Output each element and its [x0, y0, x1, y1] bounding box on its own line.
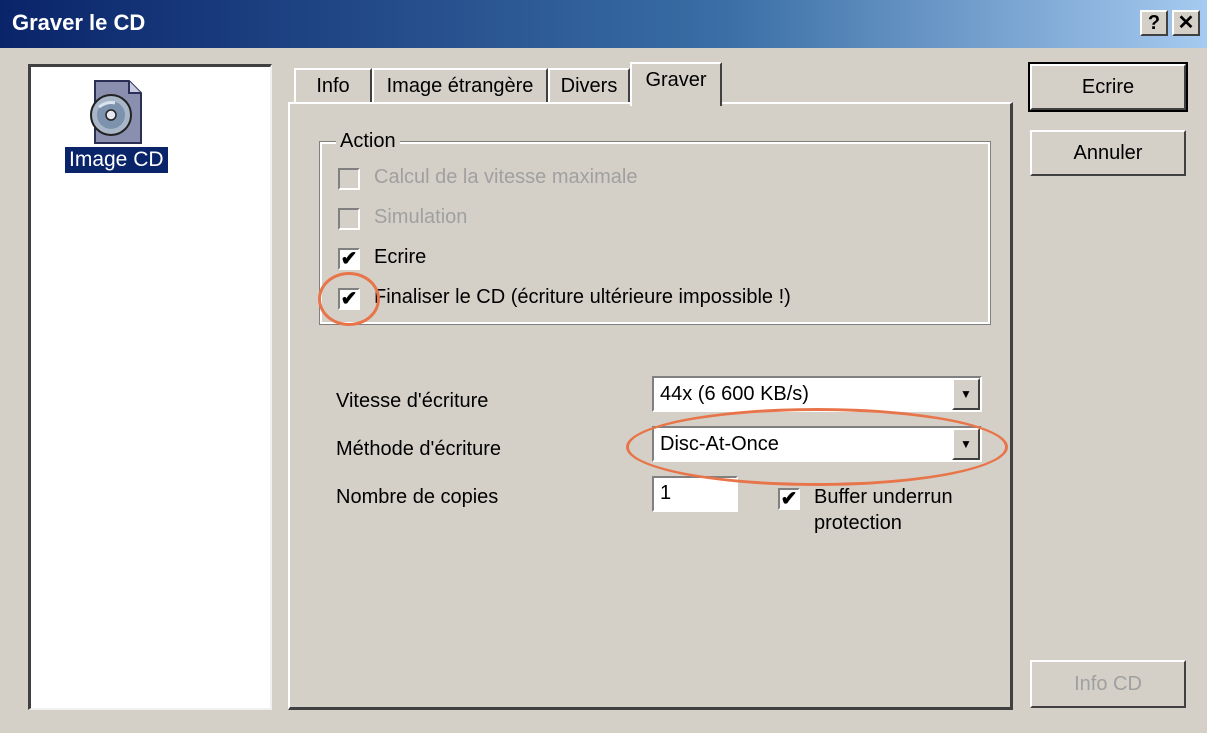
copies-input[interactable]: 1 [652, 476, 738, 512]
title-bar[interactable]: Graver le CD ? ✕ [0, 0, 1207, 48]
tab-graver[interactable]: Graver [630, 62, 722, 106]
simulation-label: Simulation [374, 206, 468, 228]
buffer-underrun-option[interactable]: ✔ Buffer underrun protection [778, 486, 978, 546]
tab-info[interactable]: Info [294, 68, 372, 104]
graver-tab-panel: Action Calcul de la vitesse maximale Sim… [288, 102, 1013, 710]
method-highlight-ellipse [626, 408, 1008, 486]
image-cd-label[interactable]: Image CD [65, 147, 168, 173]
speed-combobox[interactable]: 44x (6 600 KB/s) ▼ [652, 376, 982, 412]
help-button[interactable]: ? [1140, 10, 1168, 36]
simulation-checkbox [338, 208, 360, 230]
copies-label: Nombre de copies [336, 486, 499, 508]
close-button[interactable]: ✕ [1172, 10, 1200, 36]
burn-cd-dialog: Graver le CD ? ✕ Image CD Info Image étr… [0, 0, 1207, 733]
finalize-highlight-circle [318, 272, 380, 326]
tab-image-etrangere[interactable]: Image étrangère [372, 68, 548, 104]
info-cd-button: Info CD [1030, 660, 1186, 708]
speed-value: 44x (6 600 KB/s) [660, 383, 809, 405]
action-group-label: Action [336, 130, 400, 153]
speed-dropdown-icon[interactable]: ▼ [952, 378, 980, 410]
buffer-underrun-checkbox[interactable]: ✔ [778, 488, 800, 510]
buffer-underrun-label-line1[interactable]: Buffer underrun [814, 486, 953, 509]
max-speed-checkbox [338, 168, 360, 190]
cd-image-icon[interactable] [81, 77, 151, 147]
write-button[interactable]: Ecrire [1028, 62, 1188, 112]
action-groupbox: Action Calcul de la vitesse maximale Sim… [319, 130, 991, 325]
finalize-label[interactable]: Finaliser le CD (écriture ultérieure imp… [374, 286, 791, 309]
speed-label: Vitesse d'écriture [336, 390, 489, 412]
window-title: Graver le CD [12, 10, 146, 35]
buffer-underrun-label-line2[interactable]: protection [814, 512, 902, 535]
write-checkbox[interactable]: ✔ [338, 248, 360, 270]
method-label: Méthode d'écriture [336, 438, 502, 460]
source-list-pane[interactable]: Image CD [28, 64, 272, 710]
write-label[interactable]: Ecrire [374, 246, 426, 269]
cancel-button[interactable]: Annuler [1030, 130, 1186, 176]
tab-divers[interactable]: Divers [548, 68, 630, 104]
max-speed-label: Calcul de la vitesse maximale [374, 166, 638, 188]
